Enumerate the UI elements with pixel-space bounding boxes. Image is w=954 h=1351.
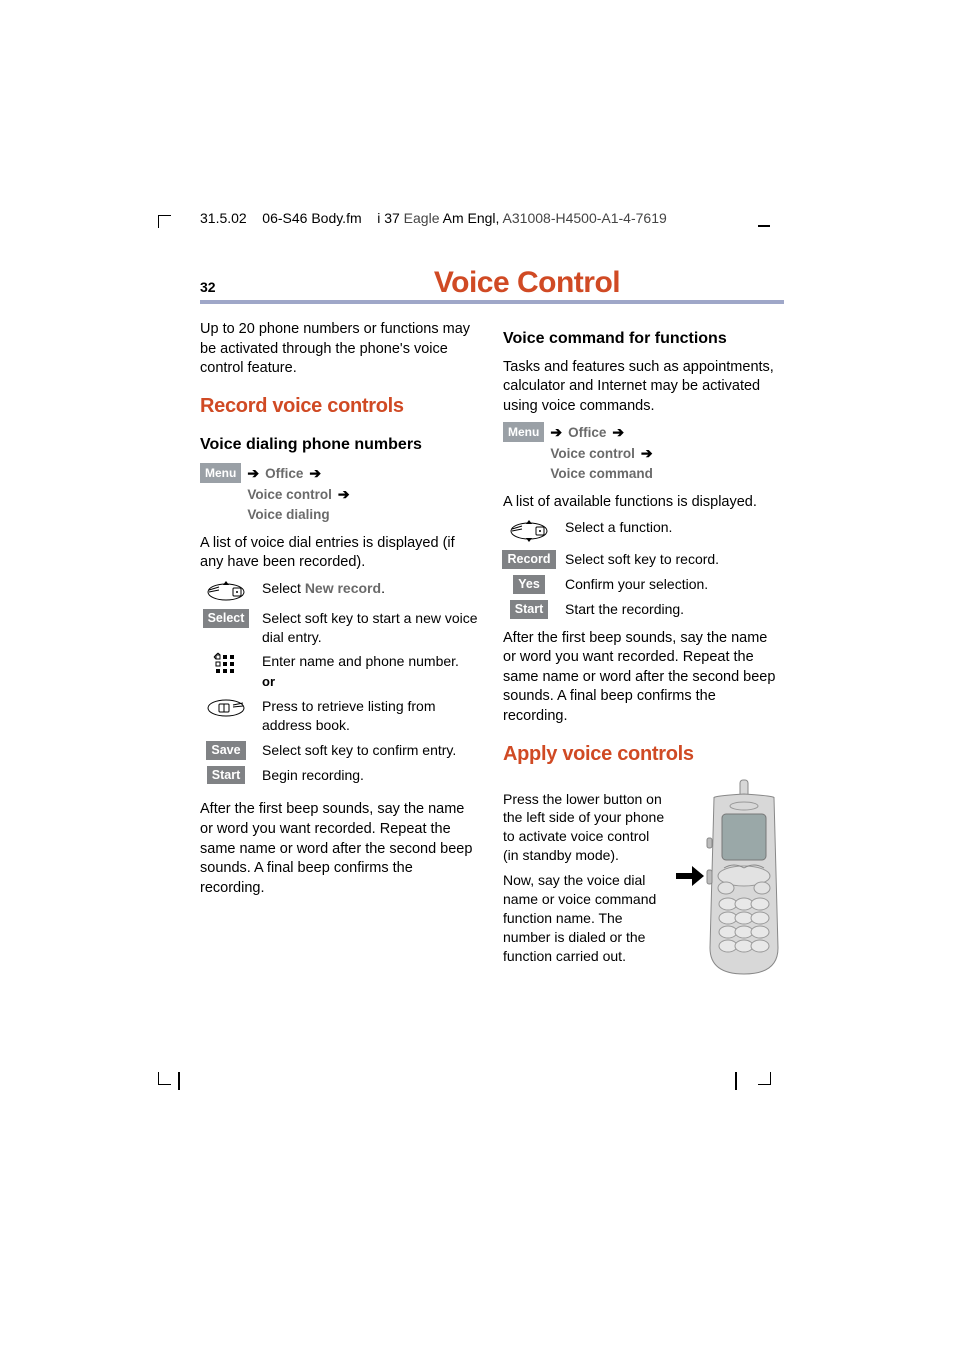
- rocker-icon: [205, 579, 247, 603]
- step-text: Press to retrieve listing from address b…: [262, 697, 481, 735]
- step-yes: Yes Confirm your selection.: [503, 575, 784, 594]
- save-chip: Save: [206, 741, 245, 760]
- record-chip: Record: [502, 550, 555, 569]
- menu-chip: Menu: [200, 463, 241, 483]
- select-chip: Select: [203, 609, 250, 628]
- arrow-icon: ➔: [641, 443, 653, 464]
- after-beep-text-2: After the first beep sounds, say the nam…: [503, 629, 784, 727]
- crop-mark: [758, 1072, 771, 1085]
- crop-mark: [735, 1072, 737, 1090]
- apply-text-column: Press the lower button on the left side …: [503, 784, 666, 972]
- step-text-post: .: [381, 580, 385, 596]
- step-save: Save Select soft key to confirm entry.: [200, 741, 481, 760]
- step-text: Select soft key to start a new voice dia…: [262, 609, 481, 647]
- start-chip: Start: [510, 600, 548, 619]
- start-chip: Start: [207, 766, 245, 785]
- meta-pagecode: i 37: [377, 210, 400, 226]
- arrow-icon: ➔: [612, 422, 624, 443]
- or-label: or: [262, 673, 481, 691]
- yes-chip: Yes: [513, 575, 545, 594]
- left-column: Up to 20 phone numbers or functions may …: [200, 314, 481, 978]
- list-intro-dialing: A list of voice dial entries is displaye…: [200, 534, 481, 573]
- step-text: Enter name and phone number.: [262, 652, 481, 671]
- step-start-recording: Start Start the recording.: [503, 600, 784, 619]
- right-column: Voice command for functions Tasks and fe…: [503, 314, 784, 978]
- nav-voice-command: Voice command: [550, 464, 653, 484]
- page-title: Voice Control: [270, 266, 784, 300]
- step-record: Record Select soft key to record.: [503, 550, 784, 569]
- section-heading-apply: Apply voice controls: [503, 741, 784, 768]
- apply-p1: Press the lower button on the left side …: [503, 790, 666, 866]
- nav-voice-dialing: Voice dialing: [247, 505, 329, 525]
- voice-command-intro: Tasks and features such as appointments,…: [503, 358, 784, 417]
- step-text: Select soft key to record.: [565, 550, 784, 569]
- nav-voice-control: Voice control: [247, 485, 332, 505]
- page-title-row: 32 Voice Control: [200, 266, 784, 304]
- step-text: Confirm your selection.: [565, 575, 784, 594]
- subheading-voice-command: Voice command for functions: [503, 328, 784, 350]
- section-heading-record: Record voice controls: [200, 393, 481, 420]
- rocker-addressbook-icon: [205, 697, 247, 721]
- step-select-softkey: Select Select soft key to start a new vo…: [200, 609, 481, 647]
- list-intro-command: A list of available functions is display…: [503, 493, 784, 513]
- crop-mark: [178, 1072, 180, 1090]
- step-text: Select a function.: [565, 518, 784, 537]
- phone-illustration: [674, 778, 784, 978]
- arrow-icon: ➔: [309, 463, 321, 484]
- rocker-icon: [508, 518, 550, 544]
- arrow-icon: ➔: [338, 484, 350, 505]
- nav-office: Office: [568, 423, 606, 443]
- menu-chip: Menu: [503, 422, 544, 442]
- step-select-new-record: Select New record.: [200, 579, 481, 603]
- step-text: Start the recording.: [565, 600, 784, 619]
- keypad-icon: [213, 652, 239, 678]
- step-start: Start Begin recording.: [200, 766, 481, 785]
- arrow-icon: ➔: [550, 422, 562, 443]
- subheading-voice-dialing: Voice dialing phone numbers: [200, 434, 481, 456]
- page-number: 32: [200, 279, 270, 295]
- nav-path-voice-dialing: Menu ➔ Office ➔ Voice control ➔ Voice di…: [200, 463, 481, 525]
- header-metadata: 31.5.02 06-S46 Body.fm i 37 Eagle Am Eng…: [200, 210, 784, 226]
- nav-path-voice-command: Menu ➔ Office ➔ Voice control ➔ Voice co…: [503, 422, 784, 484]
- crop-mark: [158, 1072, 171, 1085]
- step-text: Select soft key to confirm entry.: [262, 741, 481, 760]
- intro-text: Up to 20 phone numbers or functions may …: [200, 320, 481, 379]
- after-beep-text: After the first beep sounds, say the nam…: [200, 800, 481, 898]
- step-enter-name: Enter name and phone number. or: [200, 652, 481, 690]
- step-select-function: Select a function.: [503, 518, 784, 544]
- meta-date: 31.5.02: [200, 210, 247, 226]
- meta-file: 06-S46 Body.fm: [262, 210, 361, 226]
- step-bold: New record: [305, 580, 381, 596]
- meta-product: Eagle: [404, 210, 440, 226]
- meta-partno: A31008-H4500-A1-4-7619: [503, 210, 667, 226]
- arrow-icon: ➔: [247, 463, 259, 484]
- apply-p2: Now, say the voice dial name or voice co…: [503, 871, 666, 965]
- nav-voice-control: Voice control: [550, 444, 635, 464]
- step-retrieve-addressbook: Press to retrieve listing from address b…: [200, 697, 481, 735]
- nav-office: Office: [265, 464, 303, 484]
- meta-lang: Am Engl,: [443, 210, 500, 226]
- step-text: Begin recording.: [262, 766, 481, 785]
- step-text: Select: [262, 580, 305, 596]
